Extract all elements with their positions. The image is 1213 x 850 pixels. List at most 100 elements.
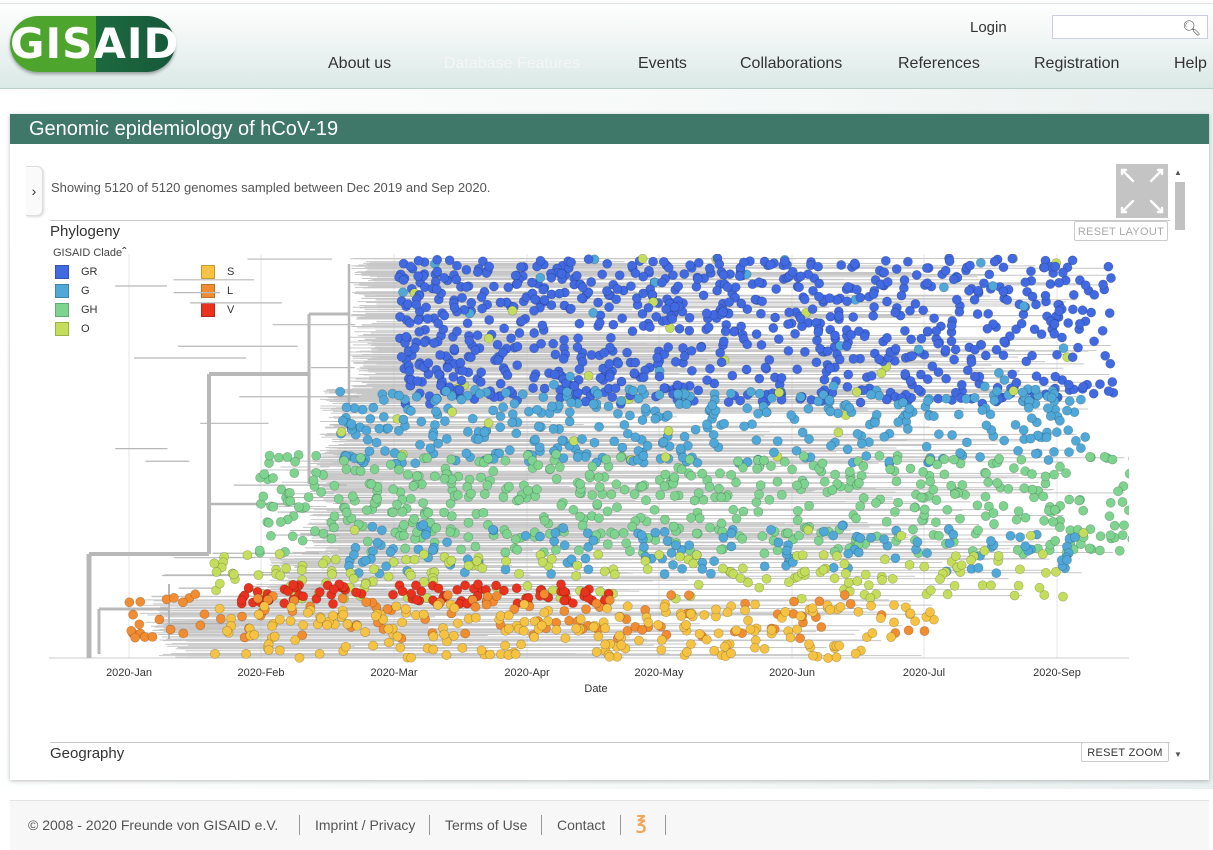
tip-v[interactable] — [398, 587, 407, 596]
tip-s[interactable] — [682, 620, 691, 629]
tip-o[interactable] — [643, 565, 652, 574]
tip-g[interactable] — [558, 436, 567, 445]
tip-g[interactable] — [661, 453, 670, 462]
tip-gr[interactable] — [432, 285, 441, 294]
tip-gr[interactable] — [1008, 370, 1017, 379]
tip-s[interactable] — [615, 631, 624, 640]
tip-s[interactable] — [601, 640, 610, 649]
tip-gr[interactable] — [947, 321, 956, 330]
tip-s[interactable] — [552, 625, 561, 634]
tip-gh[interactable] — [362, 506, 371, 515]
tip-l[interactable] — [904, 626, 913, 635]
tip-g[interactable] — [891, 554, 900, 563]
tip-gh[interactable] — [557, 501, 566, 510]
tip-gh[interactable] — [466, 489, 475, 498]
tip-l[interactable] — [565, 616, 574, 625]
tip-gr[interactable] — [976, 258, 985, 267]
tip-gr[interactable] — [657, 278, 666, 287]
tip-gh[interactable] — [447, 455, 456, 464]
tip-gr[interactable] — [550, 370, 559, 379]
tip-gr[interactable] — [1008, 254, 1017, 263]
tip-gr[interactable] — [719, 337, 728, 346]
tip-g[interactable] — [489, 406, 498, 415]
tip-gh[interactable] — [356, 453, 365, 462]
tip-gr[interactable] — [623, 348, 632, 357]
tip-s[interactable] — [743, 616, 752, 625]
tip-gr[interactable] — [455, 385, 464, 394]
tip-s[interactable] — [615, 612, 624, 621]
tip-g[interactable] — [358, 405, 367, 414]
tip-s[interactable] — [361, 628, 370, 637]
tip-gh[interactable] — [304, 493, 313, 502]
tip-g[interactable] — [668, 560, 677, 569]
tip-gr[interactable] — [1064, 318, 1073, 327]
tip-gr[interactable] — [537, 339, 546, 348]
tip-o[interactable] — [538, 557, 547, 566]
tip-o[interactable] — [275, 549, 284, 558]
tip-gh[interactable] — [1050, 505, 1059, 514]
tip-g[interactable] — [1044, 455, 1053, 464]
tip-gr[interactable] — [403, 299, 412, 308]
tip-s[interactable] — [268, 622, 277, 631]
tip-o[interactable] — [800, 567, 809, 576]
tip-gh[interactable] — [685, 455, 694, 464]
tip-g[interactable] — [480, 428, 489, 437]
tip-gh[interactable] — [1105, 512, 1114, 521]
tip-s[interactable] — [260, 602, 269, 611]
tip-gr[interactable] — [769, 323, 778, 332]
tip-s[interactable] — [250, 630, 259, 639]
tip-g[interactable] — [512, 429, 521, 438]
tip-g[interactable] — [773, 437, 782, 446]
tip-g[interactable] — [923, 549, 932, 558]
tip-gr[interactable] — [911, 299, 920, 308]
tip-s[interactable] — [254, 610, 263, 619]
tip-g[interactable] — [676, 444, 685, 453]
tip-gh[interactable] — [594, 473, 603, 482]
tip-gr[interactable] — [584, 371, 593, 380]
tip-s[interactable] — [836, 602, 845, 611]
tip-gr[interactable] — [721, 327, 730, 336]
tip-gr[interactable] — [529, 373, 538, 382]
tip-gh[interactable] — [793, 516, 802, 525]
tip-gr[interactable] — [496, 298, 505, 307]
tip-gr[interactable] — [755, 374, 764, 383]
tip-gr[interactable] — [1031, 300, 1040, 309]
tip-gh[interactable] — [984, 478, 993, 487]
tip-g[interactable] — [361, 556, 370, 565]
tip-o[interactable] — [331, 555, 340, 564]
tip-gh[interactable] — [661, 470, 670, 479]
tip-o[interactable] — [844, 578, 853, 587]
tip-gh[interactable] — [669, 522, 678, 531]
tip-g[interactable] — [428, 432, 437, 441]
tip-gr[interactable] — [652, 312, 661, 321]
tip-gr[interactable] — [842, 342, 851, 351]
tip-gr[interactable] — [922, 263, 931, 272]
tip-gh[interactable] — [1065, 495, 1074, 504]
tip-gr[interactable] — [737, 299, 746, 308]
tip-g[interactable] — [804, 435, 813, 444]
tip-o[interactable] — [600, 567, 609, 576]
tip-s[interactable] — [275, 646, 284, 655]
tip-gr[interactable] — [814, 292, 823, 301]
tip-gr[interactable] — [644, 303, 653, 312]
tip-gr[interactable] — [605, 373, 614, 382]
tip-g[interactable] — [629, 386, 638, 395]
tip-gr[interactable] — [484, 334, 493, 343]
tip-v[interactable] — [581, 587, 590, 596]
tip-g[interactable] — [533, 405, 542, 414]
tip-g[interactable] — [720, 419, 729, 428]
tip-o[interactable] — [832, 552, 841, 561]
tip-gh[interactable] — [399, 520, 408, 529]
tip-s[interactable] — [433, 600, 442, 609]
tip-gh[interactable] — [982, 469, 991, 478]
tip-o[interactable] — [327, 570, 336, 579]
tip-gh[interactable] — [552, 450, 561, 459]
tip-gh[interactable] — [738, 534, 747, 543]
tip-g[interactable] — [1000, 436, 1009, 445]
tip-o[interactable] — [920, 562, 929, 571]
tip-l[interactable] — [920, 626, 929, 635]
tip-v[interactable] — [434, 584, 443, 593]
tip-g[interactable] — [349, 550, 358, 559]
tip-gr[interactable] — [450, 344, 459, 353]
tip-o[interactable] — [402, 555, 411, 564]
